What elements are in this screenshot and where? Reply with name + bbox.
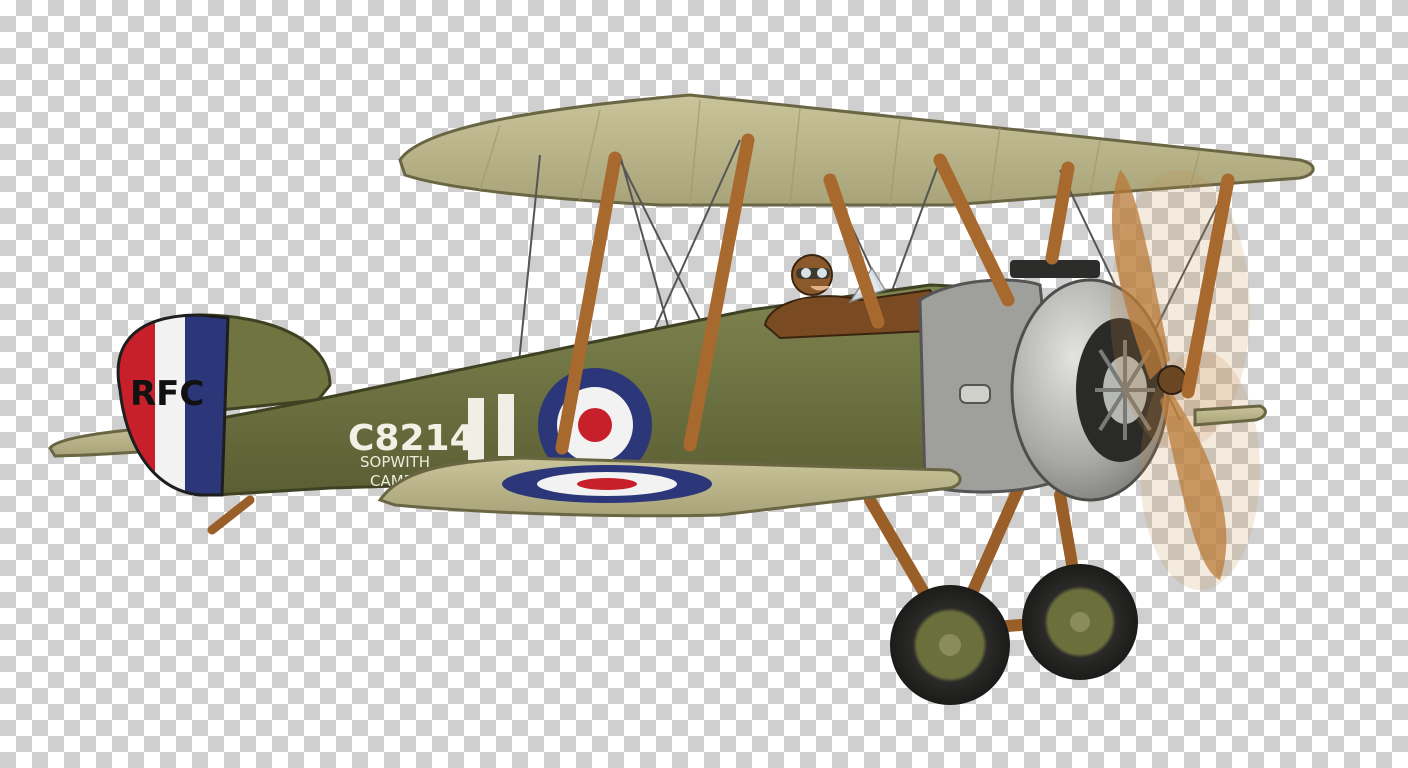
pilot (780, 254, 842, 318)
tail-skid (207, 495, 255, 535)
lower-wing-roundel (502, 465, 712, 503)
canvas: RFC C8214 SOPWITH CAMEL (0, 0, 1408, 768)
far-wheel (1022, 564, 1138, 680)
tail-code-text: RFC (130, 374, 204, 414)
biplane-illustration: RFC C8214 SOPWITH CAMEL (48, 93, 1315, 705)
near-wheel (890, 585, 1010, 705)
aircraft-name-line1: SOPWITH (360, 453, 430, 471)
